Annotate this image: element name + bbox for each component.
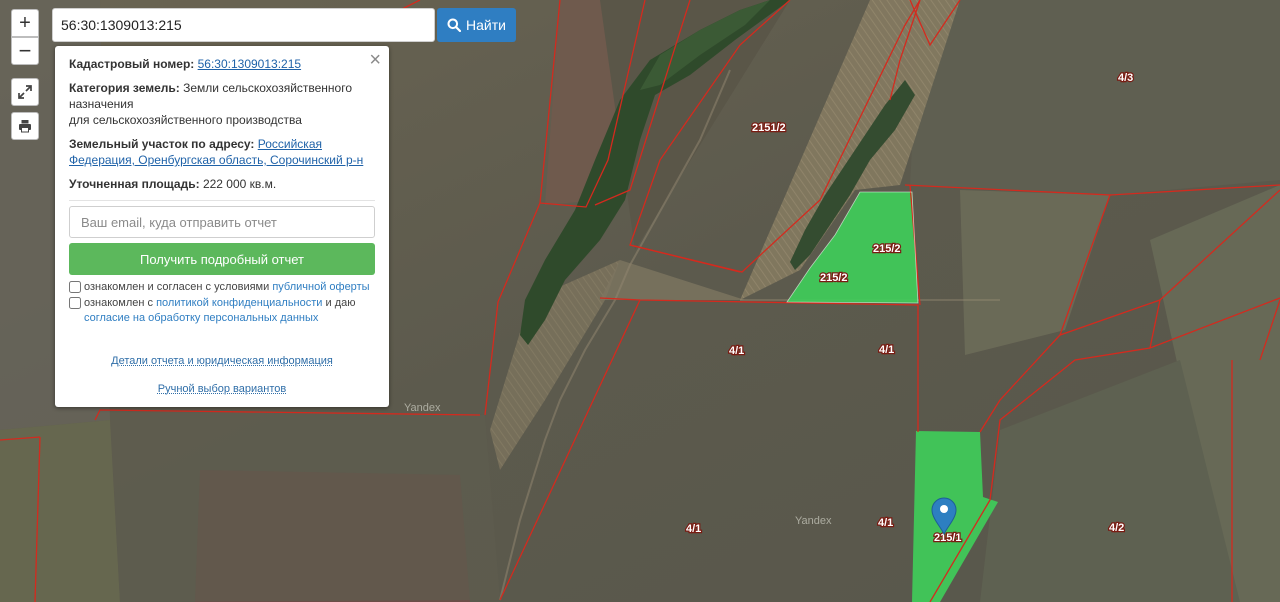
- privacy-consent-row: ознакомлен с политикой конфиденциальност…: [69, 296, 375, 326]
- map-watermark: Yandex: [795, 515, 832, 527]
- get-report-button[interactable]: Получить подробный отчет: [69, 243, 375, 275]
- address-link[interactable]: Федерация, Оренбургская область, Сорочин…: [69, 153, 363, 167]
- parcel-label: 215/2: [873, 243, 901, 255]
- offer-consent-row: ознакомлен и согласен с условиями публич…: [69, 280, 375, 295]
- parcel-label: 4/2: [1109, 522, 1124, 534]
- search-icon: [447, 18, 462, 32]
- parcel-label: 215/1: [934, 532, 962, 544]
- privacy-checkbox[interactable]: [69, 297, 81, 309]
- terrain-field: [910, 0, 1280, 195]
- address-label: Земельный участок по адресу:: [69, 137, 255, 151]
- print-button[interactable]: [11, 112, 39, 140]
- land-category-row: Категория земель: Земли сельскохозяйстве…: [69, 80, 375, 128]
- offer-link[interactable]: публичной оферты: [272, 281, 369, 293]
- search-button[interactable]: Найти: [437, 8, 516, 42]
- consent-link[interactable]: согласие на обработку персональных данны…: [84, 312, 318, 324]
- offer-checkbox[interactable]: [69, 281, 81, 293]
- search-button-label: Найти: [466, 17, 506, 33]
- manual-selection-link[interactable]: Ручной выбор вариантов: [69, 381, 375, 397]
- parcel-label: 4/3: [1118, 72, 1133, 84]
- parcel-label: 4/1: [879, 344, 894, 356]
- land-use-value: для сельскохозяйственного производства: [69, 113, 302, 127]
- land-category-label: Категория земель:: [69, 81, 180, 95]
- cadastral-number-label: Кадастровый номер:: [69, 57, 195, 71]
- map-watermark: Yandex: [404, 402, 441, 414]
- report-details-link[interactable]: Детали отчета и юридическая информация: [69, 353, 375, 369]
- print-icon: [19, 120, 31, 133]
- parcel-label: 4/1: [686, 523, 701, 535]
- parcel-info-popup: × Кадастровый номер: 56:30:1309013:215 К…: [55, 46, 389, 407]
- privacy-text: ознакомлен с политикой конфиденциальност…: [84, 297, 356, 324]
- popup-divider: [69, 200, 375, 201]
- land-category-value: Земли сельскохозяйственного: [183, 81, 353, 95]
- terrain-field: [0, 420, 120, 602]
- parcel-label: 4/1: [878, 517, 893, 529]
- fullscreen-button[interactable]: [11, 78, 39, 106]
- cadastral-search-input[interactable]: [52, 8, 435, 42]
- cadastral-number-row: Кадастровый номер: 56:30:1309013:215: [69, 56, 375, 72]
- terrain-field: [110, 410, 500, 602]
- parcel-label: 4/1: [729, 345, 744, 357]
- cadastral-number-link[interactable]: 56:30:1309013:215: [198, 57, 301, 71]
- privacy-link[interactable]: политикой конфиденциальности: [156, 297, 322, 309]
- expand-icon: [18, 85, 32, 99]
- parcel-label: 2151/2: [752, 122, 786, 134]
- close-icon[interactable]: ×: [369, 50, 381, 70]
- area-row: Уточненная площадь: 222 000 кв.м.: [69, 176, 375, 192]
- area-label: Уточненная площадь:: [69, 177, 200, 191]
- parcel-label: 215/2: [820, 272, 848, 284]
- zoom-out-button[interactable]: −: [11, 37, 39, 65]
- offer-text: ознакомлен и согласен с условиями публич…: [84, 281, 370, 293]
- email-field[interactable]: [69, 206, 375, 238]
- land-category-value: назначения: [69, 97, 134, 111]
- zoom-in-button[interactable]: +: [11, 9, 39, 37]
- address-row: Земельный участок по адресу: Российская …: [69, 136, 375, 168]
- area-value: 222 000 кв.м.: [202, 177, 277, 191]
- address-link[interactable]: Российская: [258, 137, 322, 151]
